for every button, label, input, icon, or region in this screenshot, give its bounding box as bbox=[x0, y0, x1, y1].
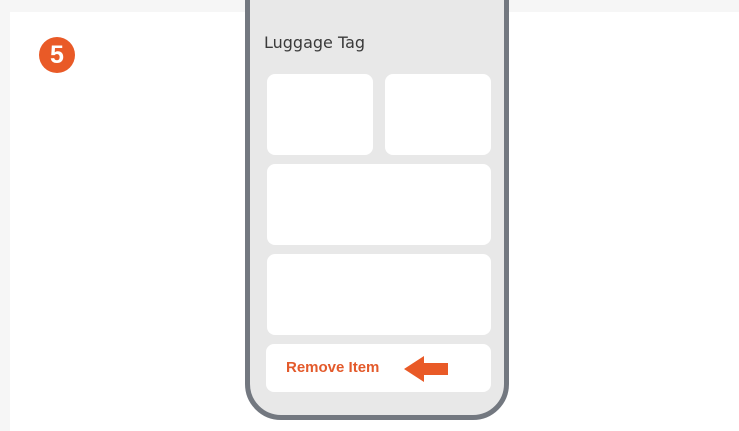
screen-title: Luggage Tag bbox=[264, 33, 366, 52]
placeholder-card-top-left bbox=[267, 74, 373, 155]
placeholder-card-middle bbox=[267, 164, 491, 245]
arrow-left-icon bbox=[404, 356, 448, 382]
step-number-badge: 5 bbox=[39, 37, 75, 73]
placeholder-card-lower bbox=[267, 254, 491, 335]
remove-item-label: Remove Item bbox=[286, 359, 380, 376]
instruction-canvas: 5 Luggage Tag Remove Item bbox=[0, 0, 739, 431]
frame-left-border bbox=[0, 0, 10, 431]
placeholder-card-top-right bbox=[385, 74, 491, 155]
remove-item-button[interactable]: Remove Item bbox=[266, 344, 491, 392]
